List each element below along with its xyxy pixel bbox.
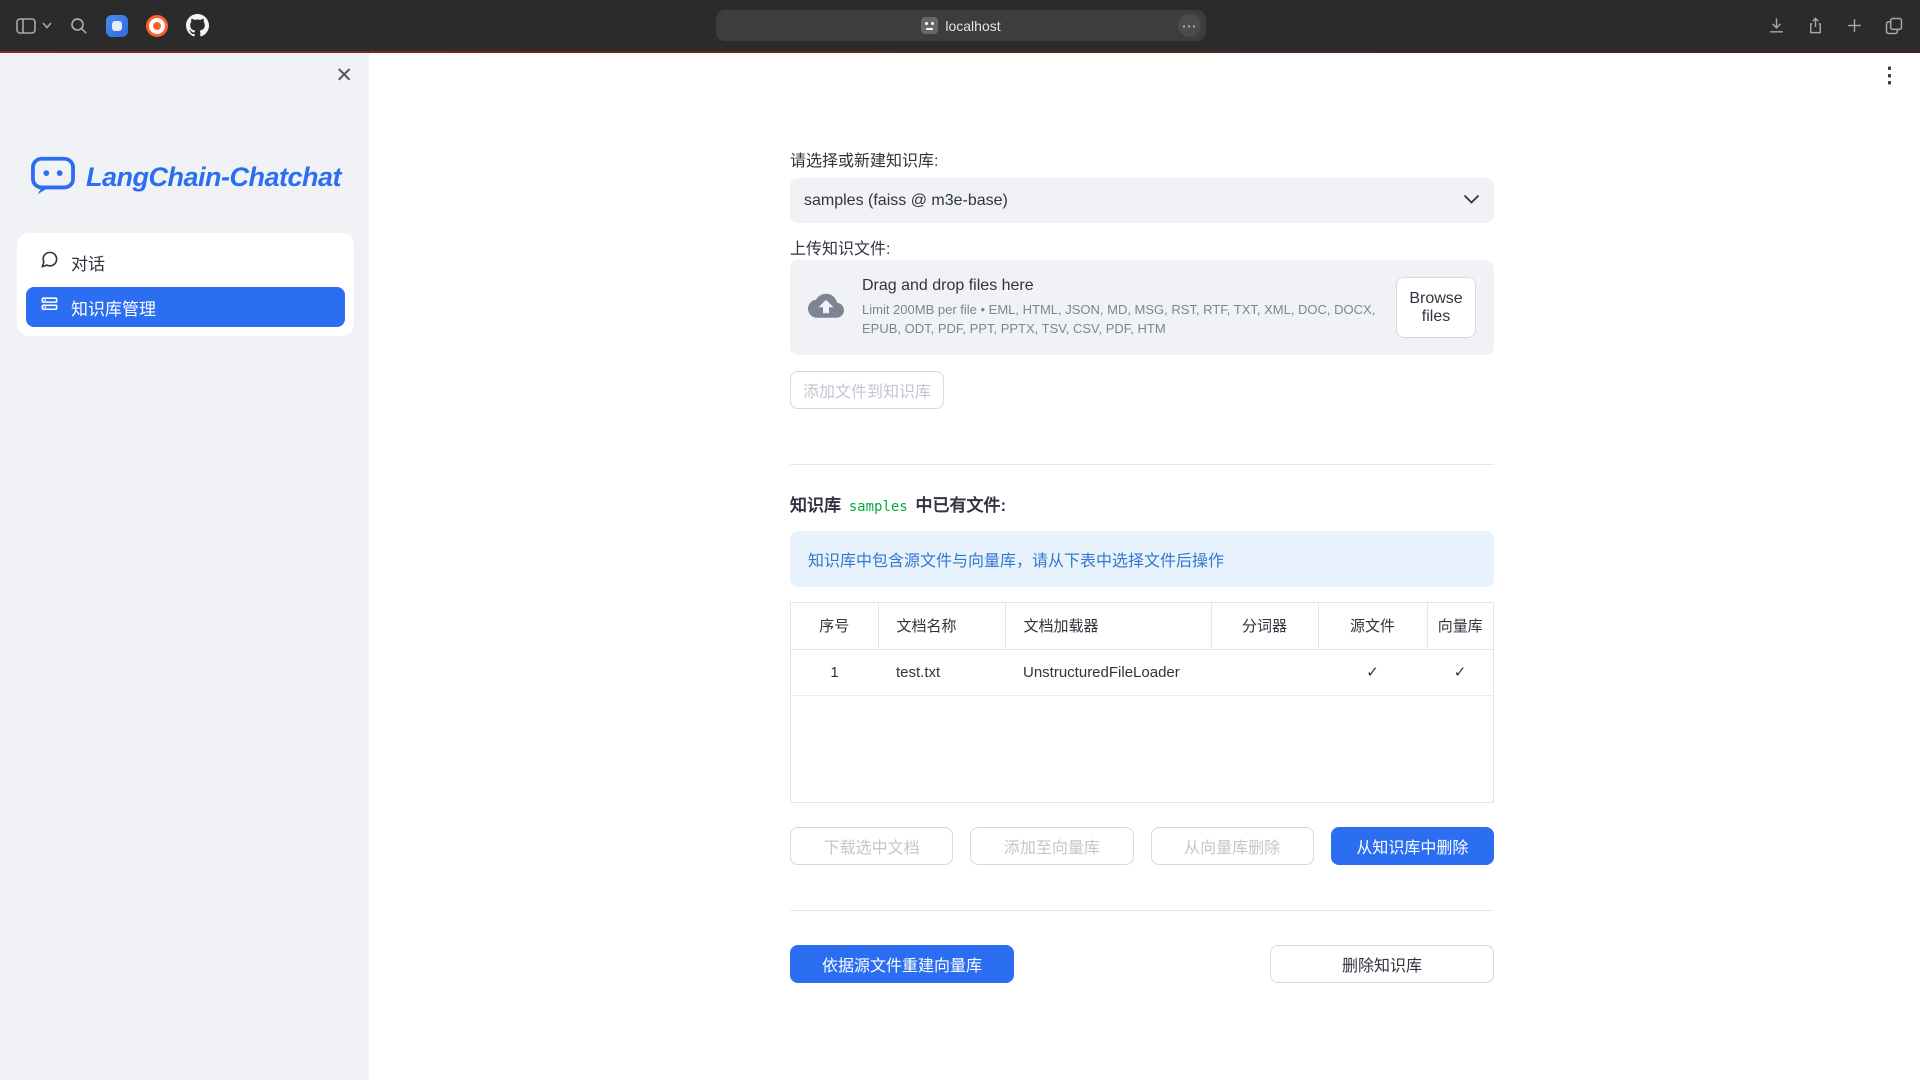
site-favicon: [921, 17, 938, 34]
url-text: localhost: [945, 18, 1000, 34]
screen: localhost ⋯ ✕: [0, 0, 1920, 1080]
col-header-loader: 文档加载器: [1005, 603, 1211, 649]
new-tab-icon[interactable]: [1845, 16, 1864, 35]
download-selected-button[interactable]: 下载选中文档: [790, 827, 953, 865]
knowledge-base-icon: [40, 295, 59, 319]
kb-select-label: 请选择或新建知识库:: [790, 147, 1494, 171]
chat-icon: [40, 250, 59, 274]
file-dropzone[interactable]: Drag and drop files here Limit 200MB per…: [790, 260, 1494, 355]
divider: [790, 464, 1494, 465]
chevron-down-icon[interactable]: [42, 22, 52, 29]
col-header-vector-store: 向量库: [1427, 603, 1493, 649]
browser-toolbar: localhost ⋯: [0, 0, 1920, 51]
cell-loader: UnstructuredFileLoader: [1005, 649, 1211, 695]
kb-name-code: samples: [846, 499, 911, 515]
sidebar-item-label: 知识库管理: [71, 295, 156, 320]
file-action-buttons: 下载选中文档 添加至向量库 从向量库删除 从知识库中删除: [790, 827, 1494, 865]
logo-text: LangChain-Chatchat: [86, 162, 341, 193]
col-header-doc-name: 文档名称: [878, 603, 1005, 649]
share-icon[interactable]: [1806, 16, 1825, 35]
cloud-upload-icon: [808, 291, 844, 324]
main-content: ⋮ 请选择或新建知识库: samples (faiss @ m3e-base) …: [369, 53, 1920, 1080]
search-icon[interactable]: [70, 17, 88, 35]
dropzone-limit-text: Limit 200MB per file • EML, HTML, JSON, …: [862, 301, 1382, 339]
add-to-vector-store-button[interactable]: 添加至向量库: [970, 827, 1133, 865]
kb-select-value: samples (faiss @ m3e-base): [804, 192, 1463, 210]
col-header-source-file: 源文件: [1318, 603, 1427, 649]
logo-icon: [30, 154, 76, 201]
pinned-tab-orange-icon[interactable]: [146, 15, 168, 37]
table-header-row: 序号 文档名称 文档加载器 分词器 源文件 向量库: [791, 603, 1493, 649]
info-text: 知识库中包含源文件与向量库，请从下表中选择文件后操作: [808, 547, 1224, 571]
dropzone-title: Drag and drop files here: [862, 277, 1382, 295]
uploader-label: 上传知识文件:: [790, 235, 1494, 259]
chevron-down-icon: [1463, 192, 1480, 210]
github-icon[interactable]: [186, 14, 209, 37]
sidebar-menu: 对话 知识库管理: [17, 233, 354, 336]
col-header-index: 序号: [791, 603, 878, 649]
tab-overview-icon[interactable]: [1884, 16, 1904, 36]
delete-from-kb-button[interactable]: 从知识库中删除: [1331, 827, 1494, 865]
col-header-splitter: 分词器: [1211, 603, 1318, 649]
heading-prefix: 知识库: [790, 496, 846, 515]
cell-doc-name: test.txt: [878, 649, 1005, 695]
info-banner: 知识库中包含源文件与向量库，请从下表中选择文件后操作: [790, 531, 1494, 587]
divider: [790, 910, 1494, 911]
table-row: 1 test.txt UnstructuredFileLoader ✓ ✓: [791, 649, 1493, 695]
app-menu-icon[interactable]: ⋮: [1879, 63, 1900, 88]
cell-source-file-check: ✓: [1318, 649, 1427, 695]
cell-splitter: [1211, 649, 1318, 695]
kb-files-heading: 知识库 samples 中已有文件:: [790, 491, 1006, 516]
app-logo: LangChain-Chatchat: [30, 154, 341, 201]
sidebar-panel-icon[interactable]: [16, 18, 36, 34]
page-menu-button[interactable]: ⋯: [1178, 14, 1201, 37]
app-sidebar: ✕ LangChain-Chatchat 对话: [0, 53, 369, 1080]
heading-suffix: 中已有文件:: [911, 496, 1006, 515]
kb-select[interactable]: samples (faiss @ m3e-base): [790, 178, 1494, 223]
download-icon[interactable]: [1767, 16, 1786, 35]
delete-from-vector-store-button[interactable]: 从向量库删除: [1151, 827, 1314, 865]
delete-kb-button[interactable]: 删除知识库: [1270, 945, 1494, 983]
sidebar-close-icon[interactable]: ✕: [335, 65, 353, 86]
pinned-tab-blue-icon[interactable]: [106, 15, 128, 37]
add-files-to-kb-button[interactable]: 添加文件到知识库: [790, 371, 944, 409]
kb-action-buttons: 依据源文件重建向量库 删除知识库: [790, 945, 1494, 983]
cell-vector-store-check: ✓: [1427, 649, 1493, 695]
browse-files-button[interactable]: Browse files: [1396, 277, 1476, 338]
sidebar-toggle-button[interactable]: [16, 18, 52, 34]
rebuild-vector-store-button[interactable]: 依据源文件重建向量库: [790, 945, 1014, 983]
address-bar[interactable]: localhost ⋯: [716, 10, 1206, 41]
sidebar-item-label: 对话: [71, 250, 105, 275]
kb-files-table: 序号 文档名称 文档加载器 分词器 源文件 向量库 1 test.txt Uns…: [790, 602, 1494, 803]
sidebar-item-dialogue[interactable]: 对话: [26, 242, 345, 282]
cell-index: 1: [791, 649, 878, 695]
sidebar-item-kb-management[interactable]: 知识库管理: [26, 287, 345, 327]
